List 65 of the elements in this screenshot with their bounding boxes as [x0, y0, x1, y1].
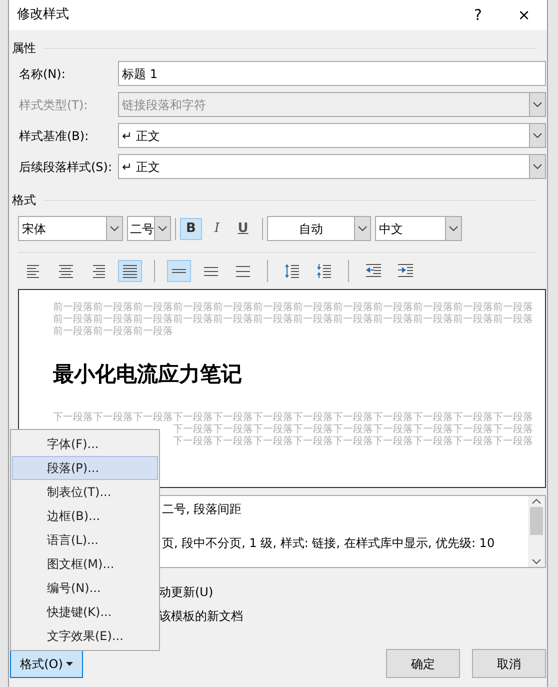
- line-spacing-button[interactable]: [167, 260, 191, 282]
- preview-text: 下一段落下一段落下一段落下一段落下一段落下一段落下一段落下一段落下一段落: [173, 424, 533, 436]
- section-heading: 格式: [12, 192, 36, 209]
- caret-icon: [533, 164, 542, 169]
- preview-heading: 最小化电流应力笔记: [53, 360, 243, 388]
- underline-button[interactable]: U: [232, 218, 254, 240]
- justify-button[interactable]: [118, 260, 142, 282]
- dropdown-field: 链接段落和字符: [118, 92, 546, 117]
- close-button[interactable]: ×: [501, 0, 547, 30]
- spacing-arrows-icon: [316, 263, 332, 279]
- menu-item[interactable]: 字体(F)...: [12, 432, 158, 456]
- indent-decrease-icon: [365, 263, 381, 279]
- caret-icon: [158, 226, 167, 231]
- preview-text: 前一段落前一段落前一段落: [53, 326, 173, 338]
- preview-text: 下一段落下一段落下一段落下一段落下一段落下一段落下一段落下一段落下一段落: [173, 436, 533, 448]
- cancel-button[interactable]: 取消: [472, 649, 546, 678]
- section-heading: 属性: [12, 40, 36, 57]
- dropdown-field[interactable]: ↵ 正文: [118, 123, 546, 148]
- font-dropdown[interactable]: 宋体: [18, 216, 123, 241]
- align-center-icon: [58, 263, 74, 279]
- indent-increase-icon: [397, 263, 413, 279]
- caret-icon: [66, 662, 73, 666]
- field-label: 后续段落样式(S):: [19, 158, 114, 176]
- italic-button[interactable]: I: [206, 218, 228, 240]
- color-dropdown[interactable]: 自动: [267, 216, 371, 241]
- menu-item[interactable]: 制表位(T)...: [12, 480, 158, 504]
- field-label: 样式基准(B):: [19, 128, 90, 144]
- language-dropdown[interactable]: 中文: [375, 216, 462, 241]
- caret-icon: [533, 102, 542, 107]
- menu-item[interactable]: 语言(L)...: [12, 528, 158, 552]
- menu-item[interactable]: 边框(B)...: [12, 504, 158, 528]
- scroll-down-icon: [532, 559, 541, 564]
- menu-item[interactable]: 段落(P)...: [12, 456, 158, 480]
- format-button[interactable]: 格式(O): [10, 650, 83, 678]
- scrollbar[interactable]: [528, 496, 545, 567]
- size-dropdown[interactable]: 二号: [127, 216, 171, 241]
- dropdown-field[interactable]: ↵ 正文: [118, 154, 546, 179]
- spacing-arrows-icon: [284, 263, 300, 279]
- caret-icon: [110, 226, 119, 231]
- menu-item[interactable]: 图文框(M)...: [12, 552, 158, 576]
- window-title: 修改样式: [16, 6, 70, 24]
- scroll-up-icon: [532, 499, 541, 504]
- field-label: 名称(N):: [19, 66, 66, 82]
- input-field[interactable]: 标题 1: [118, 61, 546, 86]
- align-right-icon: [90, 263, 106, 279]
- help-button[interactable]: ?: [455, 0, 501, 30]
- description-text: 页, 段中不分页, 1 级, 样式: 链接, 在样式库中显示, 优先级: 10: [162, 535, 495, 552]
- ok-button[interactable]: 确定: [386, 649, 460, 678]
- preview-text: 前一段落前一段落前一段落前一段落前一段落前一段落前一段落前一段落前一段落前一段落前一段落前一段落: [53, 314, 533, 326]
- option-label: 该模板的新文档: [159, 608, 244, 625]
- description-text: 二号, 段落间距: [162, 501, 242, 518]
- caret-icon: [358, 226, 367, 231]
- line-spacing-icon: [235, 263, 251, 279]
- option-label: 动更新(U): [159, 584, 214, 601]
- align-left-icon: [26, 263, 42, 279]
- field-label: 样式类型(T):: [19, 96, 89, 114]
- menu-item[interactable]: 文字效果(E)...: [12, 624, 158, 648]
- justify-icon: [122, 263, 138, 279]
- caret-icon: [533, 133, 542, 138]
- bold-button[interactable]: B: [180, 218, 202, 240]
- caret-icon: [449, 226, 458, 231]
- menu-item[interactable]: 编号(N)...: [12, 576, 158, 600]
- menu-item[interactable]: 快捷键(K)...: [12, 600, 158, 624]
- preview-text: 下一段落下一段落下一段落下一段落下一段落下一段落下一段落下一段落下一段落下一段落下一段落下一段落: [53, 412, 533, 424]
- preview-text: 前一段落前一段落前一段落前一段落前一段落前一段落前一段落前一段落前一段落前一段落前一段落前一段落: [53, 302, 533, 314]
